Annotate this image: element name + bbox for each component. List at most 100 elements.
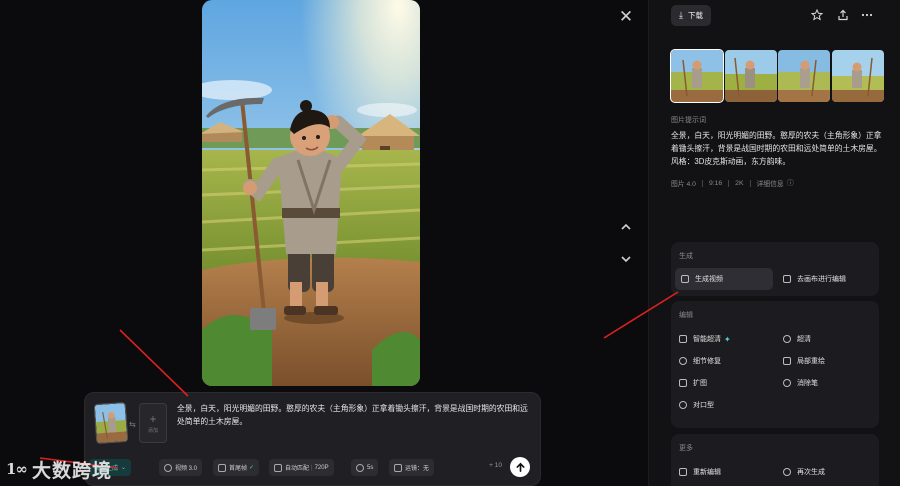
camera-label: 运镜：无 <box>405 466 430 472</box>
more-title: 更多 <box>679 445 693 452</box>
ratio-resolution-select[interactable]: 自动匹配 | 720P <box>269 459 334 476</box>
download-button[interactable]: ⤓ 下载 <box>671 5 711 26</box>
camera-icon <box>394 463 402 472</box>
generate-panel: 生成 生成视频 去画布进行编辑 <box>671 242 879 296</box>
chevron-down-icon[interactable] <box>616 249 636 269</box>
send-button[interactable] <box>510 457 530 477</box>
plus-icon: + <box>149 411 157 426</box>
generate-video-button[interactable]: 生成视频 <box>675 268 773 290</box>
variant-thumbnail[interactable] <box>725 50 777 102</box>
lipsync-label: 对口型 <box>693 402 714 409</box>
inpaint-icon <box>783 357 791 365</box>
expand-button[interactable]: 扩图 <box>679 375 707 391</box>
image-viewer: ✕ ⇆ + 添加 全景，白天，阳光明媚的田野。憨厚的农夫（主角形象）正拿着锄头擦… <box>0 0 648 486</box>
inpaint-button[interactable]: 局部重绘 <box>783 353 825 369</box>
credit-count: + 10 <box>489 462 502 469</box>
canvas-icon <box>783 275 791 283</box>
hd-icon <box>679 335 687 343</box>
composer-toolbar: 视频生成 ⌄ 视频 3.0 首尾帧 ✓ 自动匹配 | 720P 5s 运镜：无 … <box>85 457 540 477</box>
mode-select[interactable]: 视频生成 ⌄ <box>89 459 132 476</box>
meta-details-link[interactable]: 详细信息 <box>757 178 784 188</box>
variant-thumbnails <box>670 49 885 103</box>
swap-icon[interactable]: ⇆ <box>129 420 136 429</box>
details-sidebar: ⤓ 下载 图片提示词 全景，白天，阳光明媚的田野。憨厚的农夫（主角形象）正拿着锄… <box>648 0 900 486</box>
meta-separator <box>749 179 751 187</box>
download-label: 下载 <box>687 11 703 20</box>
share-icon[interactable] <box>835 7 851 23</box>
download-icon: ⤓ <box>679 10 683 20</box>
expand-label: 扩图 <box>693 380 707 387</box>
inpaint-label: 局部重绘 <box>797 358 825 365</box>
duration-select[interactable]: 5s <box>351 459 379 476</box>
generated-image[interactable] <box>202 0 420 386</box>
meta-separator <box>701 179 703 187</box>
generate-video-label: 生成视频 <box>695 276 723 283</box>
regenerate-icon <box>783 468 791 476</box>
more-icon[interactable] <box>859 7 875 23</box>
frame-mode-select[interactable]: 首尾帧 ✓ <box>213 459 260 476</box>
check-icon: ✓ <box>249 465 255 471</box>
edit-on-canvas-label: 去画布进行编辑 <box>797 276 846 283</box>
edit-on-canvas-button[interactable]: 去画布进行编辑 <box>783 271 846 287</box>
upscale-button[interactable]: 超清 <box>783 331 811 347</box>
camera-select[interactable]: 运镜：无 <box>389 459 435 476</box>
duration-label: 5s <box>367 464 374 471</box>
repair-icon <box>679 357 687 365</box>
add-reference-button[interactable]: + 添加 <box>139 403 167 443</box>
detail-repair-button[interactable]: 细节修复 <box>679 353 721 369</box>
meta-separator <box>728 179 730 187</box>
clock-icon <box>356 463 364 472</box>
mode-label: 视频生成 <box>94 466 119 472</box>
regenerate-label: 再次生成 <box>797 469 825 476</box>
close-icon[interactable]: ✕ <box>615 6 637 28</box>
variant-thumbnail[interactable] <box>778 50 830 102</box>
sparkle-icon: ✦ <box>724 334 731 344</box>
more-panel: 更多 重新编辑 再次生成 <box>671 434 879 486</box>
prompt-composer: ⇆ + 添加 全景，白天，阳光明媚的田野。憨厚的农夫（主角形象）正拿着锄头擦汗，… <box>84 392 541 486</box>
model-select[interactable]: 视频 3.0 <box>159 459 203 476</box>
smart-hd-button[interactable]: 智能超清 ✦ <box>679 331 731 347</box>
reference-image-thumbnail[interactable] <box>93 401 129 445</box>
chevron-up-icon[interactable] <box>616 217 636 237</box>
upscale-icon <box>783 335 791 343</box>
lipsync-icon <box>679 401 687 409</box>
meta-model: 图片 4.0 <box>671 181 696 188</box>
image-meta: 图片 4.0 9:16 2K 详细信息 ⓘ <box>671 178 794 188</box>
frame-icon <box>218 463 226 472</box>
ratio-icon <box>274 463 282 472</box>
star-icon[interactable] <box>809 7 825 23</box>
meta-resolution: 2K <box>735 179 744 187</box>
prompt-section-label: 图片提示词 <box>671 117 706 124</box>
generate-title: 生成 <box>679 253 693 260</box>
video-icon <box>681 275 689 283</box>
eraser-button[interactable]: 消除笔 <box>783 375 818 391</box>
model-icon <box>164 463 172 472</box>
eraser-label: 消除笔 <box>797 380 818 387</box>
model-label: 视频 3.0 <box>175 466 198 472</box>
reedit-icon <box>679 468 687 476</box>
separator: | <box>311 464 313 471</box>
variant-thumbnail[interactable] <box>670 49 724 103</box>
edit-title: 编辑 <box>679 312 693 319</box>
image-prompt-text: 全景，白天，阳光明媚的田野。憨厚的农夫（主角形象）正拿着锄头擦汗，背景是战国时期… <box>671 131 882 166</box>
smart-hd-label: 智能超清 <box>693 336 721 343</box>
resolution-label: 720P <box>314 464 329 471</box>
chevron-down-icon: ⌄ <box>121 465 127 471</box>
prompt-input[interactable]: 全景，白天，阳光明媚的田野。憨厚的农夫（主角形象）正拿着锄头擦汗，背景是战国时期… <box>177 402 533 428</box>
farmer-illustration <box>202 0 420 386</box>
reedit-button[interactable]: 重新编辑 <box>679 464 721 480</box>
lipsync-button[interactable]: 对口型 <box>679 397 714 413</box>
regenerate-button[interactable]: 再次生成 <box>783 464 825 480</box>
upscale-label: 超清 <box>797 336 811 343</box>
detail-repair-label: 细节修复 <box>693 358 721 365</box>
frame-label: 首尾帧 <box>229 466 248 472</box>
edit-panel: 编辑 智能超清 ✦ 超清 细节修复 局部重绘 扩图 消除笔 对口型 <box>671 301 879 428</box>
add-reference-label: 添加 <box>147 427 158 434</box>
info-icon[interactable]: ⓘ <box>787 178 794 188</box>
expand-icon <box>679 379 687 387</box>
eraser-icon <box>783 379 791 387</box>
meta-ratio: 9:16 <box>708 179 723 187</box>
reedit-label: 重新编辑 <box>693 469 721 476</box>
ratio-label: 自动匹配 <box>285 466 310 472</box>
variant-thumbnail[interactable] <box>832 50 884 102</box>
